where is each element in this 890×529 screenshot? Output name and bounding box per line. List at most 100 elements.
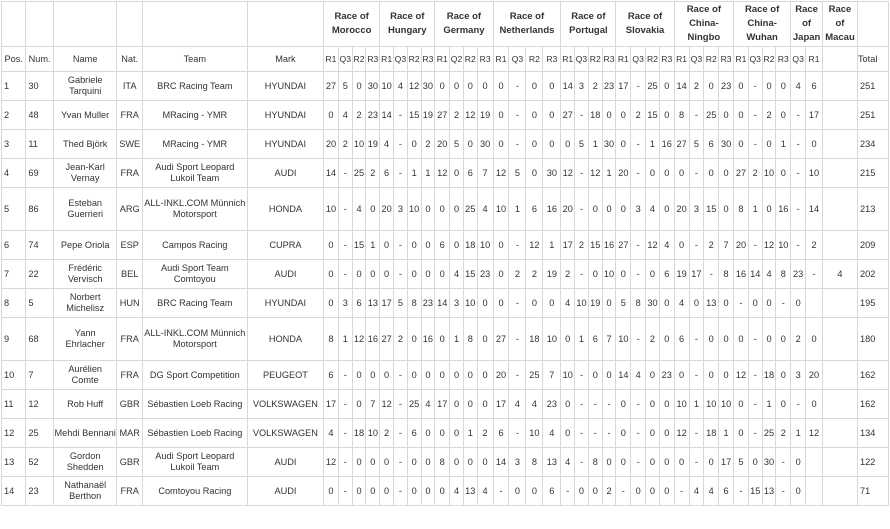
result-cell: 7 — [601, 317, 617, 361]
result-cell: 0 — [542, 129, 562, 159]
result-cell: 23 — [476, 259, 494, 289]
result-cell: 0 — [406, 447, 422, 477]
result-cell: 23 — [420, 288, 436, 318]
number-cell: 7 — [25, 360, 54, 390]
make-cell: VOLKSWAGEN — [246, 389, 325, 419]
result-cell: - — [673, 476, 690, 506]
result-cell: 19 — [587, 288, 603, 318]
result-cell: 0 — [615, 418, 632, 448]
race-header-china-wuhan: Race of China-Wuhan — [733, 1, 792, 47]
result-cell: - — [508, 418, 527, 448]
result-cell: 3 — [688, 187, 705, 231]
result-cell: 0 — [351, 447, 367, 477]
result-cell: - — [508, 100, 527, 130]
result-cell: - — [688, 317, 705, 361]
number-cell: 68 — [25, 317, 54, 361]
team-cell: ALL-INKL.COM Münnich Motorsport — [141, 187, 248, 231]
result-cell: 4 — [508, 389, 527, 419]
result-cell: 0 — [673, 158, 690, 188]
result-cell: - — [492, 476, 510, 506]
result-cell: 7 — [476, 158, 494, 188]
result-cell: - — [747, 71, 763, 101]
result-cell: 6 — [323, 360, 339, 390]
result-cell: 0 — [560, 317, 576, 361]
result-cell: 23 — [718, 71, 735, 101]
total-cell: 202 — [856, 259, 890, 289]
round-header: R2 — [525, 46, 544, 72]
result-cell: 20 — [733, 230, 749, 260]
result-cell: 0 — [323, 476, 339, 506]
result-cell: 5 — [615, 288, 632, 318]
result-cell: 2 — [645, 317, 660, 361]
number-cell: 69 — [25, 158, 54, 188]
result-cell: - — [703, 259, 720, 289]
nationality-cell: ESP — [116, 230, 143, 260]
result-cell: 4 — [645, 187, 660, 231]
result-cell: 27 — [379, 317, 394, 361]
result-cell: 0 — [574, 476, 589, 506]
result-cell: 0 — [434, 317, 451, 361]
result-cell: 4 — [560, 288, 576, 318]
result-cell: 0 — [379, 447, 394, 477]
team-header: Team — [141, 46, 248, 72]
result-cell: 0 — [658, 288, 675, 318]
team-cell: Audi Sport Leopard Lukoil Team — [141, 158, 248, 188]
name-header: Name — [52, 46, 118, 72]
result-cell: 3 — [574, 71, 589, 101]
result-cell: 12 — [492, 158, 510, 188]
result-cell: 8 — [673, 100, 690, 130]
result-cell: 4 — [379, 129, 394, 159]
result-cell: 20 — [805, 360, 824, 390]
result-cell: 17 — [615, 71, 632, 101]
result-cell: 0 — [434, 418, 451, 448]
pos-cell: 7 — [0, 259, 27, 289]
result-cell: 0 — [761, 288, 777, 318]
result-cell: - — [630, 129, 647, 159]
result-cell: 6 — [351, 288, 367, 318]
result-cell: 13 — [365, 288, 381, 318]
result-cell: 6 — [406, 418, 422, 448]
round-header: R1 — [805, 46, 824, 72]
race-header-germany: Race of Germany — [434, 1, 494, 47]
result-cell: 0 — [703, 71, 720, 101]
result-cell: 17 — [492, 389, 510, 419]
result-cell: 16 — [365, 317, 381, 361]
result-cell: 0 — [560, 389, 576, 419]
result-cell: 8 — [630, 288, 647, 318]
result-cell: 20 — [492, 360, 510, 390]
result-cell: 23 — [601, 71, 617, 101]
result-cell: - — [688, 418, 705, 448]
result-cell: 0 — [645, 259, 660, 289]
result-cell: 0 — [688, 288, 705, 318]
result-cell: 30 — [420, 71, 436, 101]
result-cell: 17 — [718, 447, 735, 477]
result-cell: 10 — [492, 187, 510, 231]
result-cell: 6 — [673, 317, 690, 361]
result-cell: - — [775, 447, 792, 477]
result-cell: 1 — [747, 187, 763, 231]
pos-cell: 11 — [0, 389, 27, 419]
result-cell: 4 — [761, 259, 777, 289]
result-cell: 3 — [337, 288, 353, 318]
result-cell: 0 — [615, 259, 632, 289]
make-cell: AUDI — [246, 158, 325, 188]
result-cell: 0 — [449, 447, 464, 477]
result-cell: 2 — [476, 418, 494, 448]
result-cell: 0 — [365, 187, 381, 231]
result-cell: 0 — [379, 259, 394, 289]
make-cell: HYUNDAI — [246, 71, 325, 101]
result-cell: 30 — [542, 158, 562, 188]
result-cell: 0 — [658, 418, 675, 448]
result-cell — [805, 288, 824, 318]
result-cell: 18 — [587, 100, 603, 130]
blank-header — [52, 1, 118, 47]
result-cell: 2 — [351, 100, 367, 130]
round-header: R2 — [587, 46, 603, 72]
result-cell: 2 — [805, 230, 824, 260]
result-cell: 6 — [718, 476, 735, 506]
pos-header: Pos. — [0, 46, 27, 72]
nationality-cell: FRA — [116, 317, 143, 361]
result-cell: 0 — [420, 187, 436, 231]
result-cell: 4 — [673, 288, 690, 318]
make-cell: PEUGEOT — [246, 360, 325, 390]
